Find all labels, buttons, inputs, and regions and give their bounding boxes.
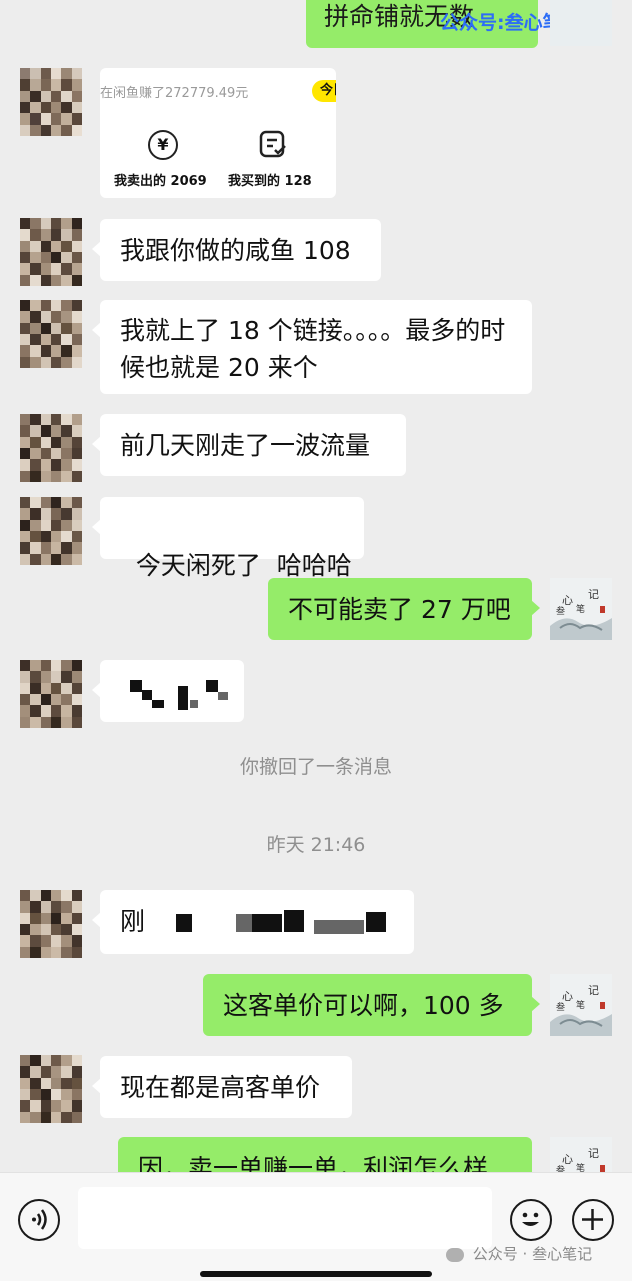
timestamp: 昨天 21:46 (266, 834, 366, 856)
home-indicator (200, 1271, 432, 1277)
contact-avatar[interactable] (20, 414, 82, 482)
redaction-block (152, 700, 164, 708)
message-bubble-redacted[interactable] (92, 660, 244, 722)
receipt-check-icon (258, 129, 288, 159)
card-bought[interactable]: 我买到的 128 (228, 170, 312, 189)
contact-avatar[interactable] (20, 497, 82, 565)
yen-icon: ¥ (148, 130, 178, 160)
message-bubble-self[interactable]: 这客单价可以啊，100 多 (203, 974, 540, 1036)
message-bubble[interactable]: 我跟你做的咸鱼 108 (92, 219, 381, 281)
svg-text:叁: 叁 (556, 605, 565, 617)
self-avatar[interactable] (550, 0, 612, 46)
message-text: 今天闲死了 哈哈哈 (135, 551, 352, 580)
redaction-block (236, 914, 252, 932)
svg-text:心: 心 (562, 990, 573, 1003)
redaction-block (176, 914, 192, 932)
message-bubble[interactable]: 今天闲死了 哈哈哈 (92, 497, 364, 580)
message-text-line2: 候也就是 20 来个 (120, 353, 318, 382)
redaction-block (252, 914, 282, 932)
contact-avatar[interactable] (20, 660, 82, 728)
redaction-block (130, 680, 142, 692)
card-badge: 今日 (312, 80, 336, 102)
contact-avatar[interactable] (20, 300, 82, 368)
card-bought-count: 128 (284, 174, 312, 189)
card-sold[interactable]: 我卖出的 2069 (114, 170, 207, 189)
svg-text:叁: 叁 (556, 1001, 565, 1013)
svg-text:记: 记 (588, 984, 599, 997)
voice-icon[interactable] (18, 1199, 60, 1241)
message-bubble[interactable]: 前几天刚走了一波流量 (92, 414, 406, 476)
message-text: 我跟你做的咸鱼 108 (120, 236, 351, 265)
redaction-block (206, 680, 218, 692)
watermark-bottom-text: 公众号 · 叁心笔记 (472, 1245, 593, 1263)
self-avatar[interactable]: 心 记 叁 笔 (550, 974, 612, 1036)
message-text: 现在都是高客单价 (120, 1073, 321, 1102)
message-bubble-redacted[interactable]: 刚 (92, 890, 414, 954)
svg-text:心: 心 (562, 1153, 573, 1166)
contact-avatar[interactable] (20, 890, 82, 958)
svg-text:心: 心 (562, 594, 573, 607)
ink-painting-avatar-icon: 心 记 叁 笔 (550, 578, 612, 640)
self-avatar[interactable]: 心 记 叁 笔 (550, 578, 612, 640)
svg-text:记: 记 (588, 1147, 599, 1160)
message-text: 不可能卖了 27 万吧 (288, 595, 511, 624)
xianyu-earnings-card[interactable]: 在闲鱼赚了272779.49元 今日 ¥ 我卖出的 2069 我买到的 128 (100, 68, 336, 198)
card-sold-count: 2069 (170, 174, 207, 189)
wechat-icon (446, 1247, 464, 1262)
ink-painting-avatar-icon: 心 记 叁 笔 (550, 974, 612, 1036)
redaction-block (218, 692, 228, 700)
message-input[interactable] (78, 1187, 492, 1249)
card-earned-text: 在闲鱼赚了272779.49元 (100, 86, 249, 101)
contact-avatar[interactable] (20, 218, 82, 286)
card-sold-label: 我卖出的 (114, 174, 167, 189)
card-bought-label: 我买到的 (228, 174, 281, 189)
message-bubble[interactable]: 现在都是高客单价 (92, 1056, 352, 1118)
contact-avatar[interactable] (20, 1055, 82, 1123)
message-text: 这客单价可以啊，100 多 (223, 991, 504, 1020)
input-bar: 公众号 · 叁心笔记 (0, 1172, 632, 1281)
recalled-notice: 你撤回了一条消息 (239, 756, 392, 778)
message-text: 前几天刚走了一波流量 (120, 431, 371, 460)
redaction-block (284, 910, 304, 932)
redaction-block (366, 912, 386, 932)
svg-text:记: 记 (588, 588, 599, 601)
message-bubble[interactable]: 我就上了 18 个链接。。。。最多的时 候也就是 20 来个 (92, 300, 532, 394)
emoji-icon[interactable] (510, 1199, 552, 1241)
redaction-block (142, 690, 152, 700)
svg-text:笔: 笔 (576, 603, 585, 615)
svg-text:笔: 笔 (576, 999, 585, 1011)
contact-avatar[interactable] (20, 68, 82, 136)
message-bubble-self[interactable]: 不可能卖了 27 万吧 (268, 578, 540, 640)
redaction-block (178, 686, 188, 710)
message-text-line1: 我就上了 18 个链接。。。。最多的时 (120, 316, 506, 345)
redaction-block (314, 920, 364, 934)
message-text: 刚 (120, 907, 146, 936)
watermark-bottom: 公众号 · 叁心笔记 (446, 1243, 592, 1264)
plus-icon[interactable] (572, 1199, 614, 1241)
redaction-block (190, 700, 198, 708)
